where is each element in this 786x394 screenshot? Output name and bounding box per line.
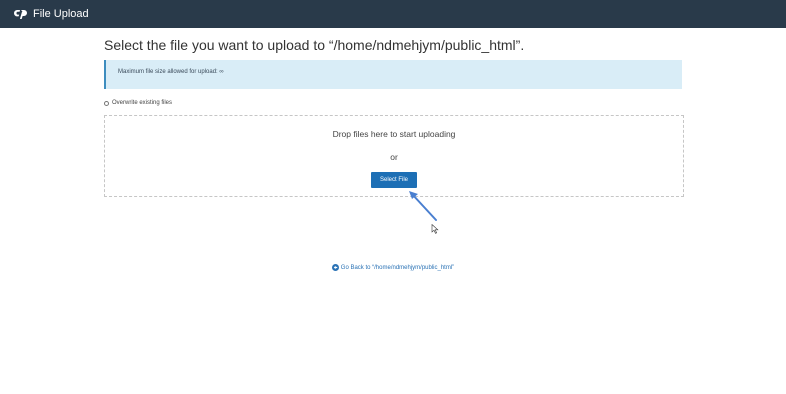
go-back-link[interactable]: Go Back to “/home/ndmehjym/public_html” [331, 264, 455, 271]
page-title: File Upload [33, 8, 89, 20]
overwrite-label: Overwrite existing files [112, 100, 173, 106]
go-back-label: Go Back to “/home/ndmehjym/public_html” [340, 264, 455, 271]
upload-heading: Select the file you want to upload to “/… [104, 37, 525, 53]
go-back-row: Go Back to “/home/ndmehjym/public_html” [0, 264, 786, 271]
or-text: or [390, 152, 398, 162]
cpanel-logo-icon[interactable] [14, 7, 28, 21]
annotation-arrow-icon [409, 191, 437, 221]
drop-files-text: Drop files here to start uploading [332, 129, 456, 139]
overwrite-option[interactable]: Overwrite existing files [104, 100, 172, 106]
max-size-info-box: Maximum file size allowed for upload: ∞ [104, 60, 682, 89]
file-dropzone[interactable]: Drop files here to start uploading or Se… [104, 115, 684, 197]
overwrite-checkbox[interactable] [104, 100, 109, 106]
max-size-info-text: Maximum file size allowed for upload: ∞ [118, 69, 224, 75]
top-bar: File Upload [0, 0, 786, 28]
arrow-circle-left-icon [331, 264, 339, 271]
mouse-cursor-icon [431, 224, 439, 234]
